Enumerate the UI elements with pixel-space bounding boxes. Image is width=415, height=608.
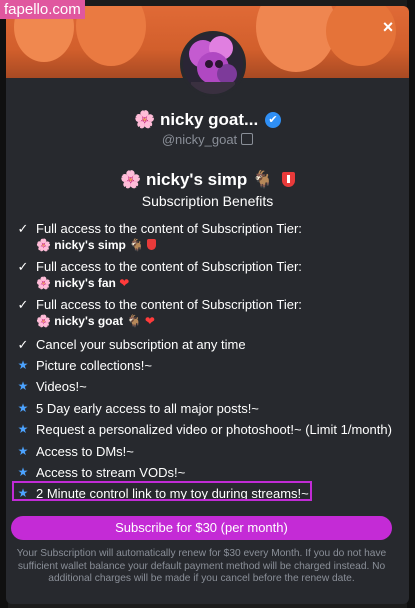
- tier-name: 🌸 nicky's simp 🐐: [6, 170, 409, 190]
- goat-icon: 🐐: [126, 314, 142, 328]
- subscribe-button[interactable]: Subscribe for $30 (per month): [11, 516, 392, 540]
- heart-icon: ❤: [144, 314, 155, 328]
- star-icon: ★: [17, 444, 29, 458]
- benefits-title: Subscription Benefits: [141, 193, 274, 209]
- flower-icon: 🌸: [36, 276, 51, 290]
- flower-icon: 🌸: [134, 110, 156, 129]
- tier-name-text: nicky's simp: [145, 170, 248, 189]
- tier-link: nicky's fan: [54, 276, 116, 290]
- goat-icon: 🐐: [252, 170, 274, 189]
- shield-icon: [147, 239, 157, 250]
- flower-icon: 🌸: [120, 170, 142, 189]
- renewal-notice: Your Subscription will automatically ren…: [16, 548, 387, 584]
- profile-name: 🌸 nicky goat... ✔: [6, 110, 409, 130]
- tier-link: nicky's goat: [54, 314, 124, 328]
- star-icon: ★: [17, 401, 29, 415]
- goat-icon: 🐐: [129, 238, 145, 252]
- shield-icon: [281, 172, 295, 187]
- profile-handle: @nicky_goat: [6, 132, 409, 147]
- profile-name-text: nicky goat...: [159, 110, 259, 129]
- tier-link: nicky's simp: [54, 238, 126, 252]
- star-icon: ★: [17, 379, 29, 393]
- check-icon: ✓: [17, 259, 29, 274]
- star-icon: ★: [17, 358, 29, 372]
- star-icon: ★: [17, 465, 29, 479]
- flower-icon: 🌸: [36, 314, 51, 328]
- star-icon: ★: [17, 422, 29, 436]
- verified-icon: ✔: [264, 112, 281, 128]
- close-icon[interactable]: ×: [377, 16, 399, 38]
- check-icon: ✓: [17, 337, 29, 352]
- watermark: fapello.com: [0, 0, 85, 19]
- check-icon: ✓: [17, 297, 29, 312]
- highlight-box: [12, 481, 312, 501]
- copy-icon[interactable]: [241, 133, 254, 145]
- avatar[interactable]: [180, 31, 246, 97]
- check-icon: ✓: [17, 221, 29, 236]
- heart-icon: ❤: [119, 276, 130, 290]
- flower-icon: 🌸: [36, 238, 51, 252]
- handle-text: @nicky_goat: [161, 132, 238, 147]
